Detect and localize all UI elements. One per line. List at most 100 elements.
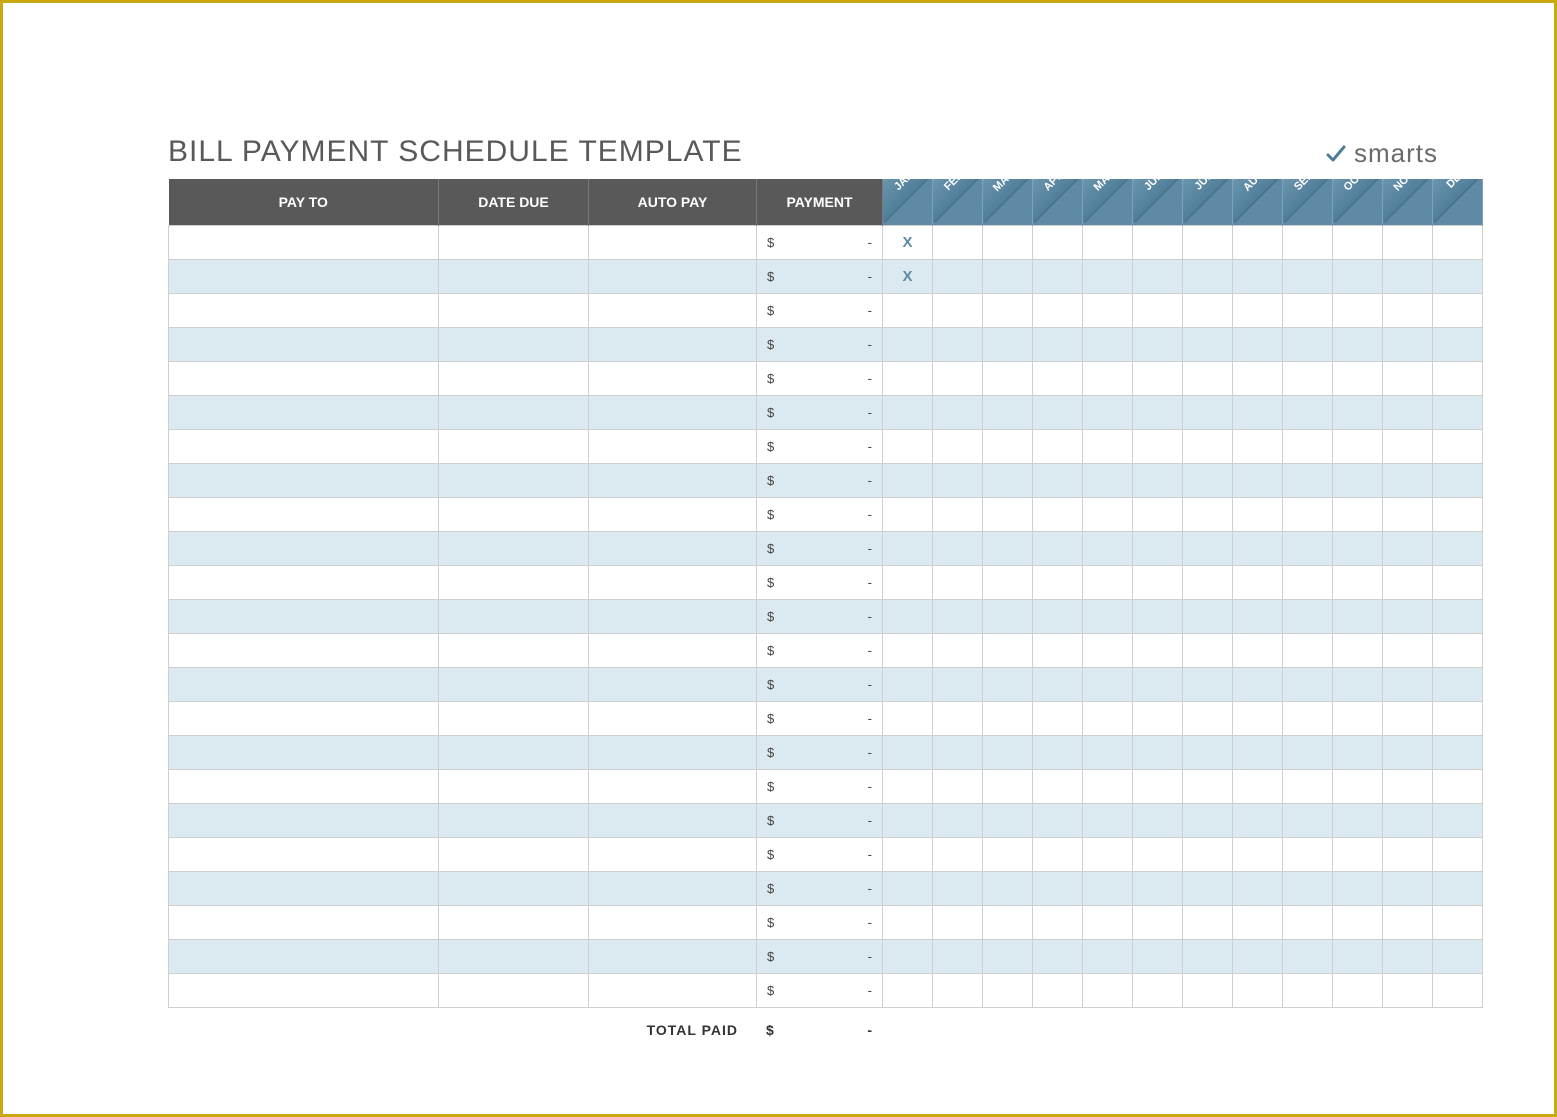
cell-month-jun[interactable]: [1133, 463, 1183, 497]
cell-autopay[interactable]: [589, 973, 757, 1007]
cell-payment[interactable]: $-: [757, 667, 883, 701]
cell-month-sep[interactable]: [1283, 599, 1333, 633]
cell-month-aug[interactable]: [1233, 565, 1283, 599]
cell-month-jan[interactable]: [883, 939, 933, 973]
cell-month-feb[interactable]: [933, 973, 983, 1007]
cell-month-apr[interactable]: [1033, 633, 1083, 667]
cell-payment[interactable]: $-: [757, 293, 883, 327]
cell-month-sep[interactable]: [1283, 429, 1333, 463]
cell-month-mar[interactable]: [983, 225, 1033, 259]
cell-month-sep[interactable]: [1283, 395, 1333, 429]
cell-payment[interactable]: $-: [757, 395, 883, 429]
cell-month-aug[interactable]: [1233, 667, 1283, 701]
cell-month-may[interactable]: [1083, 531, 1133, 565]
cell-month-may[interactable]: [1083, 327, 1133, 361]
cell-month-aug[interactable]: [1233, 259, 1283, 293]
cell-month-de[interactable]: [1433, 667, 1483, 701]
cell-month-nov[interactable]: [1383, 531, 1433, 565]
cell-month-oct[interactable]: [1333, 293, 1383, 327]
cell-month-oct[interactable]: [1333, 939, 1383, 973]
cell-month-jan[interactable]: [883, 905, 933, 939]
cell-month-aug[interactable]: [1233, 497, 1283, 531]
cell-month-sep[interactable]: [1283, 803, 1333, 837]
cell-month-aug[interactable]: [1233, 769, 1283, 803]
cell-autopay[interactable]: [589, 667, 757, 701]
cell-payto[interactable]: [169, 497, 439, 531]
cell-payment[interactable]: $-: [757, 701, 883, 735]
cell-month-jul[interactable]: [1183, 973, 1233, 1007]
cell-datedue[interactable]: [439, 769, 589, 803]
cell-month-sep[interactable]: [1283, 905, 1333, 939]
cell-month-apr[interactable]: [1033, 803, 1083, 837]
cell-payment[interactable]: $-: [757, 531, 883, 565]
cell-month-jun[interactable]: [1133, 361, 1183, 395]
cell-month-feb[interactable]: [933, 361, 983, 395]
cell-month-aug[interactable]: [1233, 463, 1283, 497]
cell-month-oct[interactable]: [1333, 327, 1383, 361]
cell-month-aug[interactable]: [1233, 395, 1283, 429]
cell-month-oct[interactable]: [1333, 735, 1383, 769]
cell-datedue[interactable]: [439, 395, 589, 429]
cell-month-oct[interactable]: [1333, 463, 1383, 497]
cell-month-jan[interactable]: X: [883, 225, 933, 259]
cell-month-aug[interactable]: [1233, 599, 1283, 633]
cell-payment[interactable]: $-: [757, 803, 883, 837]
cell-month-may[interactable]: [1083, 395, 1133, 429]
cell-month-feb[interactable]: [933, 939, 983, 973]
cell-payto[interactable]: [169, 395, 439, 429]
cell-month-nov[interactable]: [1383, 905, 1433, 939]
cell-month-jun[interactable]: [1133, 803, 1183, 837]
cell-autopay[interactable]: [589, 225, 757, 259]
cell-payto[interactable]: [169, 837, 439, 871]
cell-month-oct[interactable]: [1333, 973, 1383, 1007]
cell-month-mar[interactable]: [983, 565, 1033, 599]
cell-month-jul[interactable]: [1183, 259, 1233, 293]
cell-month-apr[interactable]: [1033, 701, 1083, 735]
cell-month-de[interactable]: [1433, 701, 1483, 735]
cell-month-mar[interactable]: [983, 735, 1033, 769]
cell-payto[interactable]: [169, 769, 439, 803]
cell-payment[interactable]: $-: [757, 973, 883, 1007]
cell-month-jan[interactable]: [883, 463, 933, 497]
cell-month-jan[interactable]: [883, 871, 933, 905]
cell-month-oct[interactable]: [1333, 905, 1383, 939]
cell-month-nov[interactable]: [1383, 633, 1433, 667]
cell-month-jan[interactable]: [883, 497, 933, 531]
cell-month-oct[interactable]: [1333, 599, 1383, 633]
cell-month-mar[interactable]: [983, 667, 1033, 701]
cell-month-mar[interactable]: [983, 803, 1033, 837]
cell-month-may[interactable]: [1083, 463, 1133, 497]
cell-month-mar[interactable]: [983, 939, 1033, 973]
cell-month-jun[interactable]: [1133, 667, 1183, 701]
cell-month-jul[interactable]: [1183, 497, 1233, 531]
cell-month-oct[interactable]: [1333, 837, 1383, 871]
cell-autopay[interactable]: [589, 837, 757, 871]
cell-month-feb[interactable]: [933, 429, 983, 463]
cell-month-oct[interactable]: [1333, 259, 1383, 293]
cell-month-oct[interactable]: [1333, 667, 1383, 701]
cell-month-sep[interactable]: [1283, 667, 1333, 701]
cell-month-apr[interactable]: [1033, 361, 1083, 395]
cell-month-jul[interactable]: [1183, 735, 1233, 769]
cell-month-oct[interactable]: [1333, 225, 1383, 259]
cell-month-apr[interactable]: [1033, 837, 1083, 871]
cell-month-jun[interactable]: [1133, 905, 1183, 939]
cell-payto[interactable]: [169, 259, 439, 293]
cell-month-nov[interactable]: [1383, 361, 1433, 395]
cell-month-mar[interactable]: [983, 633, 1033, 667]
cell-month-apr[interactable]: [1033, 667, 1083, 701]
cell-month-de[interactable]: [1433, 871, 1483, 905]
cell-month-jan[interactable]: [883, 837, 933, 871]
cell-month-oct[interactable]: [1333, 361, 1383, 395]
cell-payment[interactable]: $-: [757, 599, 883, 633]
cell-autopay[interactable]: [589, 327, 757, 361]
cell-month-may[interactable]: [1083, 871, 1133, 905]
cell-autopay[interactable]: [589, 565, 757, 599]
cell-month-jan[interactable]: [883, 803, 933, 837]
cell-month-feb[interactable]: [933, 871, 983, 905]
cell-payto[interactable]: [169, 463, 439, 497]
cell-month-nov[interactable]: [1383, 939, 1433, 973]
cell-month-jan[interactable]: [883, 769, 933, 803]
cell-month-sep[interactable]: [1283, 871, 1333, 905]
cell-month-feb[interactable]: [933, 565, 983, 599]
